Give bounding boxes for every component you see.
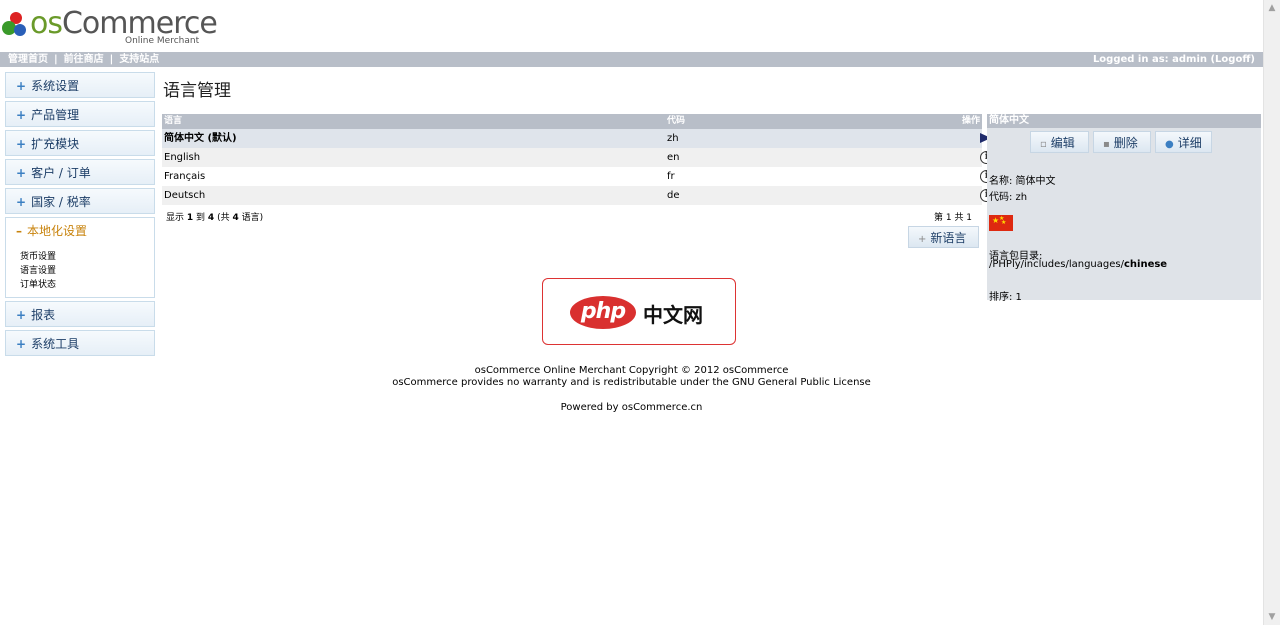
sidebar-item-customers-orders[interactable]: + 客户 / 订单 (5, 159, 155, 185)
sidebar-item-tools[interactable]: + 系统工具 (5, 330, 155, 356)
sidebar-item-modules[interactable]: + 扩充模块 (5, 130, 155, 156)
language-code: fr (667, 171, 675, 182)
document-icon: ▫ (1040, 139, 1047, 150)
nav-admin-home-link[interactable]: 管理首页 (8, 54, 48, 65)
sidebar-item-localization: – 本地化设置 货币设置 语言设置 订单状态 (5, 217, 155, 298)
php-cn-banner[interactable]: php 中文网 (542, 278, 736, 345)
sidebar-item-localization-header[interactable]: – 本地化设置 (6, 218, 154, 244)
footer-license: osCommerce provides no warranty and is r… (392, 377, 871, 388)
trash-icon: ▪ (1103, 139, 1110, 150)
table-row[interactable]: 简体中文 (默认) zh (162, 129, 991, 148)
column-header-code: 代码 (667, 116, 686, 126)
sidebar-link-order-status[interactable]: 订单状态 (20, 278, 154, 292)
table-row[interactable]: English en i (162, 148, 993, 167)
details-button[interactable]: ● 详细 (1155, 131, 1212, 153)
vertical-scrollbar[interactable]: ▲ ▼ (1263, 0, 1280, 625)
edit-button[interactable]: ▫ 编辑 (1030, 131, 1089, 153)
plus-icon: + (16, 137, 27, 151)
sidebar-link-languages[interactable]: 语言设置 (20, 264, 154, 278)
php-cn-text: 中文网 (643, 303, 703, 327)
page-count: 第 1 共 1 (934, 213, 973, 223)
languages-table: 语言 代码 操作 简体中文 (默认) zh English en i Franç… (162, 114, 993, 205)
page-title: 语言管理 (163, 81, 231, 101)
table-header: 语言 代码 操作 (162, 114, 982, 129)
language-code: en (667, 152, 680, 163)
table-row[interactable]: Français fr i (162, 167, 993, 186)
sidebar-link-currencies[interactable]: 货币设置 (20, 250, 154, 264)
plus-icon: + (16, 195, 27, 209)
info-panel-title: 简体中文 (987, 114, 1261, 128)
admin-page: osCommerce Online Merchant 管理首页 | 前往商店 | 支持站… (0, 0, 1263, 625)
language-dir-path: /PHPly/includes/languages/chinese (989, 259, 1168, 270)
language-code: zh (667, 133, 679, 144)
plus-icon: + (918, 234, 927, 245)
language-name: Français (164, 171, 206, 182)
scroll-down-icon[interactable]: ▼ (1264, 609, 1280, 625)
new-language-button[interactable]: + 新语言 (908, 226, 979, 248)
sidebar-item-configuration[interactable]: + 系统设置 (5, 72, 155, 98)
plus-icon: + (16, 308, 27, 322)
plus-icon: + (16, 337, 27, 351)
language-name-line: 名称: 简体中文 (989, 176, 1056, 187)
logo-balls-icon (2, 12, 26, 36)
nav-store-link[interactable]: 前往商店 (64, 54, 104, 65)
footer-copyright: osCommerce Online Merchant Copyright © 2… (474, 365, 789, 376)
sidebar-item-countries-taxes[interactable]: + 国家 / 税率 (5, 188, 155, 214)
oscommerce-logo[interactable]: osCommerce Online Merchant (2, 6, 218, 48)
info-icon: ● (1165, 139, 1174, 150)
plus-icon: + (16, 108, 27, 122)
column-header-action: 操作 (961, 116, 980, 126)
delete-button[interactable]: ▪ 删除 (1093, 131, 1151, 153)
scroll-up-icon[interactable]: ▲ (1264, 0, 1280, 16)
sidebar-item-reports[interactable]: + 报表 (5, 301, 155, 327)
table-row[interactable]: Deutsch de i (162, 186, 993, 205)
footer-powered-by[interactable]: Powered by osCommerce.cn (0, 402, 1263, 413)
sidebar-item-catalog[interactable]: + 产品管理 (5, 101, 155, 127)
logo-subtitle: Online Merchant (125, 36, 200, 46)
php-logo: php (570, 296, 636, 329)
nav-support-link[interactable]: 支持站点 (119, 54, 159, 65)
plus-icon: + (16, 166, 27, 180)
language-code: de (667, 190, 680, 201)
top-navigation-bar: 管理首页 | 前往商店 | 支持站点 Logged in as: admin (Logo… (0, 52, 1263, 67)
language-code-line: 代码: zh (989, 192, 1028, 203)
column-header-language: 语言 (164, 116, 183, 126)
language-name: 简体中文 (默认) (164, 133, 237, 144)
language-name: Deutsch (164, 190, 206, 201)
minus-icon: – (16, 224, 22, 238)
logged-in-status[interactable]: Logged in as: admin (Logoff) (1093, 52, 1255, 67)
language-name: English (164, 152, 201, 163)
pagination-summary: 显示 1 到 4 (共 4 语言) (166, 213, 264, 223)
language-info-panel: 简体中文 ▫ 编辑 ▪ 删除 ● 详细 名称: 简体中文 代码: zh ★ ★ ★ 语… (987, 114, 1261, 303)
sidebar-menu: + 系统设置 + 产品管理 + 扩充模块 + 客户 / 订单 + 国家 / 税率 – 本地化… (5, 72, 155, 359)
plus-icon: + (16, 79, 27, 93)
china-flag-icon: ★ ★ ★ (989, 215, 1013, 231)
sort-order-line: 排序: 1 (989, 292, 1022, 303)
